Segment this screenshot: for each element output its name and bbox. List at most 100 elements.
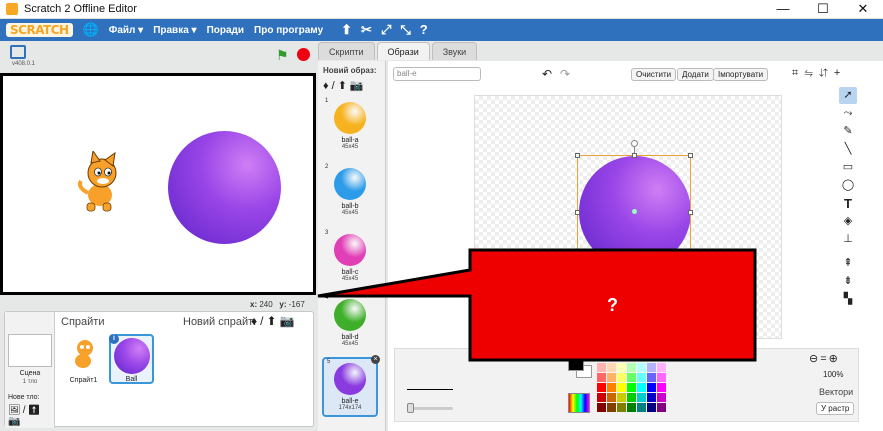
palette-color-swatch[interactable] [647,373,656,382]
green-flag-icon[interactable]: ⚑ [276,47,289,64]
costume-item[interactable]: 2 ball-b 45x45 [322,164,378,224]
sprite-thumbnail-cat[interactable]: Спрайт1 [61,334,106,384]
costume-item[interactable]: 1 ball-a 45x45 [322,98,378,158]
duplicate-stamp-icon[interactable]: ⬆ [341,22,352,38]
palette-color-swatch[interactable] [597,363,606,372]
group-icon[interactable]: ▚ [839,291,857,308]
palette-color-swatch[interactable] [637,363,646,372]
backdrop-upload-icon[interactable]: ⬆ [27,405,42,416]
sprite-camera-icon[interactable]: 📷 [280,314,298,328]
grow-icon[interactable]: ⤢ [381,22,391,38]
palette-color-swatch[interactable] [597,403,606,412]
palette-color-swatch[interactable] [637,383,646,392]
sprite-info-icon[interactable]: i [109,334,119,344]
reshape-tool-icon[interactable]: ⤳ [839,105,857,122]
palette-color-swatch[interactable] [627,373,636,382]
costume-item[interactable]: 5 ball-e 174x174 × [322,355,380,417]
palette-color-swatch[interactable] [627,403,636,412]
rotation-handle[interactable] [631,140,638,147]
undo-icon[interactable]: ↶ [542,67,552,81]
backward-layer-icon[interactable]: ⇟ [839,273,857,290]
palette-color-swatch[interactable] [637,393,646,402]
palette-color-swatch[interactable] [597,383,606,392]
sprite-thumbnail-ball[interactable]: i Ball [109,334,154,384]
palette-color-swatch[interactable] [607,393,616,402]
palette-color-swatch[interactable] [597,393,606,402]
set-center-icon[interactable]: + [834,67,846,79]
resize-handle[interactable] [632,153,637,158]
palette-color-swatch[interactable] [657,363,666,372]
line-tool-icon[interactable]: ╲ [839,141,857,158]
menu-edit[interactable]: Правка ▾ [153,25,196,36]
palette-color-swatch[interactable] [607,373,616,382]
palette-color-swatch[interactable] [597,373,606,382]
resize-handle[interactable] [575,210,580,215]
convert-to-bitmap-button[interactable]: У растр [816,402,855,415]
sprite-library-icon[interactable]: ♦ [251,314,260,328]
help-icon[interactable]: ? [420,22,428,38]
palette-color-swatch[interactable] [657,403,666,412]
palette-color-swatch[interactable] [607,383,616,392]
ball-sprite-on-stage[interactable] [168,131,281,244]
forward-layer-icon[interactable]: ⇞ [839,255,857,272]
palette-color-swatch[interactable] [617,373,626,382]
scratch-cat-sprite[interactable] [75,151,125,216]
palette-color-swatch[interactable] [657,393,666,402]
clear-button[interactable]: Очистити [631,68,677,81]
text-tool-icon[interactable]: T [839,195,857,212]
palette-color-swatch[interactable] [627,393,636,402]
palette-color-swatch[interactable] [657,373,666,382]
backdrop-library-icon[interactable]: 🖼 [8,405,23,416]
rectangle-tool-icon[interactable]: ▭ [839,159,857,176]
costume-library-icon[interactable]: ♦ [323,80,332,92]
costume-camera-icon[interactable]: 📷 [350,80,367,92]
palette-color-swatch[interactable] [637,403,646,412]
menu-tips[interactable]: Поради [207,25,244,36]
zoom-reset-icon[interactable]: = [820,353,828,365]
maximize-button[interactable]: ☐ [803,0,843,19]
shrink-icon[interactable]: ⤡ [400,22,410,38]
pencil-tool-icon[interactable]: ✎ [839,123,857,140]
palette-color-swatch[interactable] [647,393,656,402]
resize-handle[interactable] [688,210,693,215]
redo-icon[interactable]: ↷ [560,67,570,81]
minimize-button[interactable]: — [763,0,803,19]
flip-horizontal-icon[interactable]: ⇋ [804,67,819,79]
palette-color-swatch[interactable] [617,403,626,412]
stage[interactable] [0,73,316,295]
palette-color-swatch[interactable] [617,393,626,402]
presentation-mode-icon[interactable] [10,45,26,59]
menu-about[interactable]: Про програму [254,25,323,36]
costume-item[interactable]: 4 ball-d 45x45 [322,295,378,355]
color-picker-gradient[interactable] [568,393,590,413]
select-tool-icon[interactable]: ➚ [839,87,857,104]
backdrop-camera-icon[interactable]: 📷 [8,416,22,427]
resize-handle[interactable] [575,153,580,158]
tab-scripts[interactable]: Скрипти [318,42,375,60]
flip-vertical-icon[interactable]: ⇵ [819,67,834,79]
scratch-logo[interactable]: SCRATCH [6,23,73,37]
stage-thumbnail[interactable] [8,334,52,367]
line-width-slider-knob[interactable] [407,403,414,413]
palette-color-swatch[interactable] [647,383,656,392]
palette-color-swatch[interactable] [657,383,666,392]
palette-color-swatch[interactable] [627,383,636,392]
ellipse-tool-icon[interactable]: ◯ [839,177,857,194]
cut-scissors-icon[interactable]: ✂ [361,22,372,38]
palette-color-swatch[interactable] [607,363,616,372]
zoom-in-icon[interactable]: ⊕ [829,353,840,365]
palette-color-swatch[interactable] [627,363,636,372]
zoom-out-icon[interactable]: ⊖ [809,353,820,365]
resize-handle[interactable] [688,153,693,158]
stop-icon[interactable] [297,48,310,61]
costume-item[interactable]: 3 ball-c 45x45 [322,230,378,290]
palette-color-swatch[interactable] [617,363,626,372]
stamp-tool-icon[interactable]: ⊥ [839,231,857,248]
palette-color-swatch[interactable] [637,373,646,382]
menu-file[interactable]: Файл ▾ [109,25,143,36]
costume-upload-icon[interactable]: ⬆ [338,80,350,92]
add-button[interactable]: Додати [677,68,714,81]
delete-costume-icon[interactable]: × [371,355,380,364]
palette-color-swatch[interactable] [607,403,616,412]
palette-color-swatch[interactable] [647,403,656,412]
